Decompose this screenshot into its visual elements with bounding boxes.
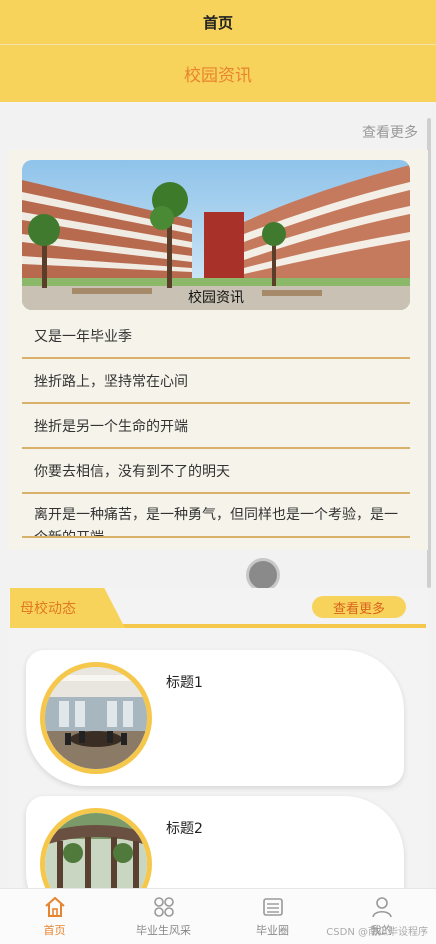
alumni-news-more-button[interactable]: 查看更多	[312, 596, 406, 618]
alumni-card-thumbnail	[40, 662, 152, 774]
alumni-card-title: 标题1	[166, 675, 203, 691]
campus-news-title: 校园资讯	[184, 66, 252, 86]
campus-news-banner: 校园资讯	[0, 44, 436, 102]
meeting-room-photo	[45, 667, 147, 769]
tab-label: 毕业圈	[256, 924, 289, 937]
page-title: 首页	[202, 13, 233, 32]
top-bar: 首页	[0, 0, 436, 44]
floating-drag-handle[interactable]	[246, 558, 280, 592]
news-item[interactable]: 挫折是另一个生命的开端	[22, 404, 410, 449]
home-icon	[44, 896, 65, 917]
news-item[interactable]: 离开是一种痛苦，是一种勇气，但同样也是一个考验，是一个新的开端	[22, 494, 410, 538]
alumni-news-title: 母校动态	[10, 588, 125, 628]
alumni-news-header: 母校动态 查看更多	[10, 588, 426, 628]
alumni-news-section: 母校动态 查看更多 标题1 标题2	[8, 588, 428, 932]
tab-label: 首页	[43, 924, 66, 937]
user-icon	[371, 897, 392, 918]
news-item[interactable]: 又是一年毕业季	[22, 314, 410, 359]
tab-graduates[interactable]: 毕业生风采	[109, 889, 218, 944]
campus-news-card: 校园资讯 又是一年毕业季 挫折路上，坚持常在心间 挫折是另一个生命的开端 你要去…	[8, 150, 428, 550]
campus-news-more-link[interactable]: 查看更多	[362, 122, 418, 142]
news-item[interactable]: 你要去相信，没有到不了的明天	[22, 449, 410, 494]
tab-label: 毕业生风采	[136, 924, 191, 937]
watermark: CSDN @南瓜毕设程序	[326, 927, 428, 938]
board-icon	[262, 898, 283, 916]
news-item[interactable]: 挫折路上，坚持常在心间	[22, 359, 410, 404]
tab-circle[interactable]: 毕业圈	[218, 889, 327, 944]
alumni-card[interactable]: 标题1	[26, 650, 404, 786]
campus-news-image[interactable]: 校园资讯	[22, 160, 410, 310]
tab-home[interactable]: 首页	[0, 889, 109, 944]
grid-icon	[153, 897, 174, 917]
alumni-card-title: 标题2	[166, 821, 203, 837]
campus-news-list: 又是一年毕业季 挫折路上，坚持常在心间 挫折是另一个生命的开端 你要去相信，没有…	[22, 314, 410, 538]
campus-image-caption: 校园资讯	[188, 290, 244, 306]
